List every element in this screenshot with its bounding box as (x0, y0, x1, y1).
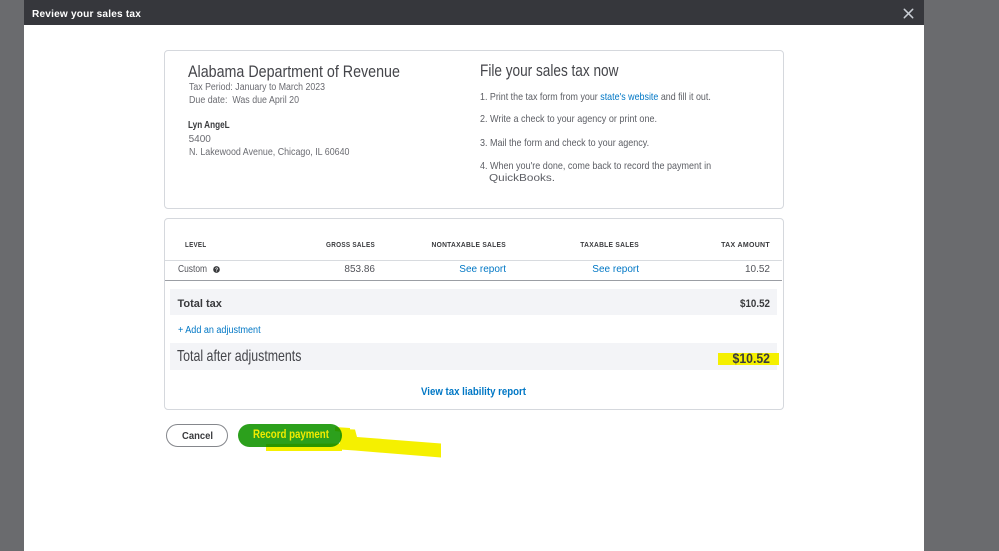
svg-text:?: ? (214, 268, 217, 273)
